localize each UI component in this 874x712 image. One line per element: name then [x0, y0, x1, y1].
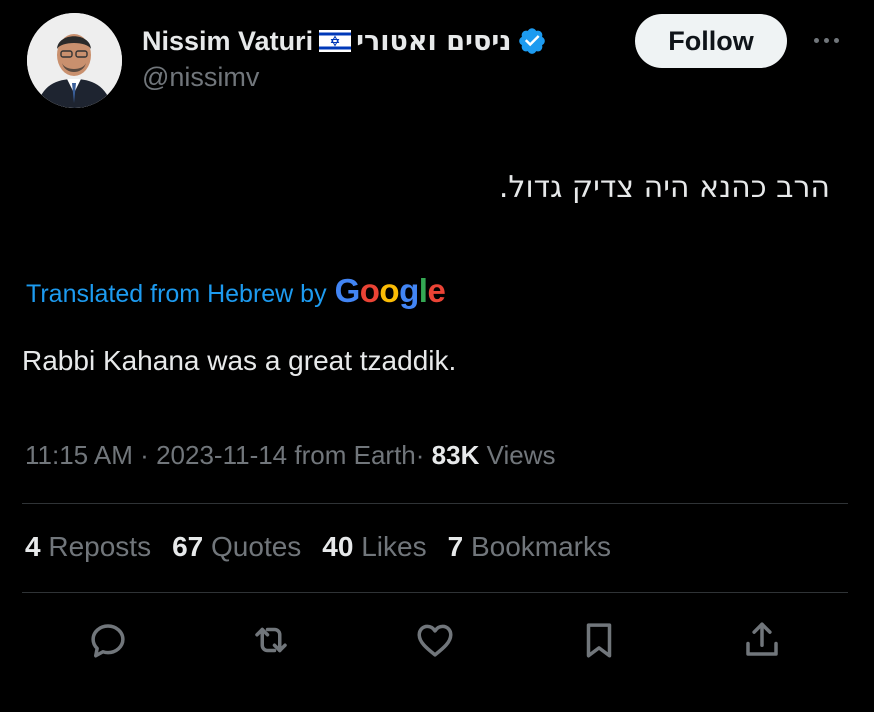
stat-reposts[interactable]: 4 Reposts	[25, 531, 151, 563]
more-options-icon[interactable]	[806, 26, 846, 54]
views-count: 83K	[431, 440, 480, 470]
share-icon	[746, 622, 778, 656]
translation-attribution[interactable]: Translated from Hebrew by Google	[26, 272, 446, 310]
tweet-stats: 4 Reposts 67 Quotes 40 Likes 7 Bookmarks	[25, 531, 632, 563]
reply-icon	[91, 624, 125, 658]
tweet-text-original: הרב כהנא היה צדיק גדול.	[498, 170, 830, 205]
verified-badge-icon	[518, 28, 545, 54]
avatar-photo	[27, 13, 122, 108]
stat-count: 40	[322, 531, 354, 562]
stat-label: Likes	[361, 531, 427, 562]
author-block: Nissim Vaturi ניסים ואטורי @nissimv	[142, 22, 547, 93]
author-name-row[interactable]: Nissim Vaturi ניסים ואטורי	[142, 22, 547, 60]
stat-quotes[interactable]: 67 Quotes	[172, 531, 301, 563]
stat-label: Reposts	[48, 531, 152, 562]
avatar[interactable]	[27, 13, 122, 108]
stat-label: Bookmarks	[470, 531, 612, 562]
share-button[interactable]	[737, 615, 787, 665]
views-label: Views	[486, 440, 556, 470]
tweet-time[interactable]: 11:15 AM	[25, 440, 133, 470]
repost-button[interactable]	[246, 615, 296, 665]
repost-icon	[255, 627, 287, 653]
stat-count: 7	[447, 531, 464, 562]
like-icon	[417, 624, 453, 657]
meta-separator: ·	[140, 440, 149, 470]
author-name-hebrew[interactable]: ניסים ואטורי	[356, 26, 511, 57]
follow-button[interactable]: Follow	[635, 14, 787, 68]
translated-label[interactable]: Translated from Hebrew by	[26, 280, 327, 309]
tweet-meta: 11:15 AM · 2023-11-14 from Earth· 83K Vi…	[25, 440, 556, 471]
tweet-source: from Earth	[294, 440, 416, 470]
divider	[22, 592, 848, 593]
like-button[interactable]	[410, 615, 460, 665]
stat-label: Quotes	[211, 531, 302, 562]
bookmark-icon	[586, 623, 612, 658]
author-name[interactable]: Nissim Vaturi	[142, 26, 313, 57]
author-handle[interactable]: @nissimv	[142, 62, 547, 93]
tweet-date[interactable]: 2023-11-14	[156, 440, 287, 470]
bookmark-button[interactable]	[574, 615, 624, 665]
stat-count: 4	[25, 531, 41, 562]
stat-bookmarks[interactable]: 7 Bookmarks	[448, 531, 611, 563]
google-logo: Google	[334, 272, 446, 309]
israel-flag-icon	[319, 30, 352, 52]
tweet-text-translated: Rabbi Kahana was a great tzaddik.	[22, 345, 457, 376]
meta-separator: ·	[415, 440, 425, 470]
reply-button[interactable]	[83, 615, 133, 665]
stat-count: 67	[172, 531, 204, 562]
stat-likes[interactable]: 40 Likes	[322, 531, 426, 563]
divider	[22, 503, 848, 504]
